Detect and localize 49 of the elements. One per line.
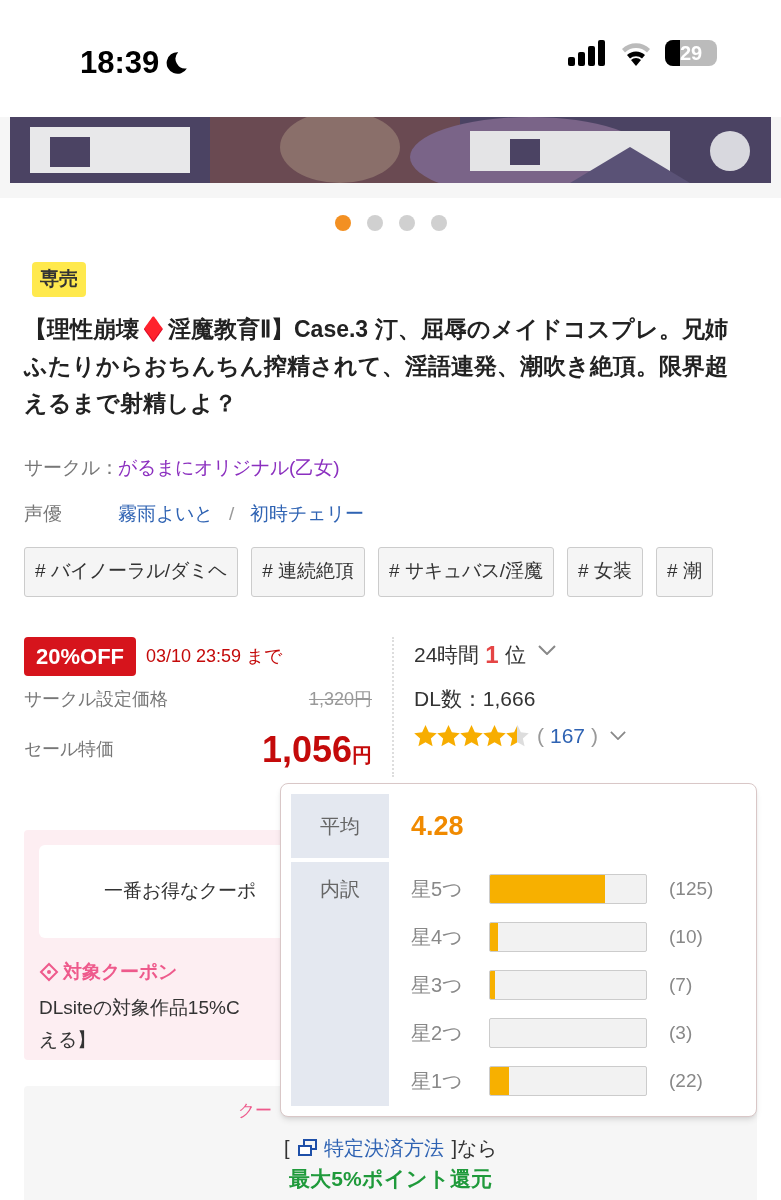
genre-tag[interactable]: # バイノーラル/ダミヘ: [24, 546, 239, 597]
average-label: 平均: [291, 794, 389, 858]
circle-label: サークル：: [24, 455, 118, 480]
point-reward: 最大5%ポイント還元: [289, 1166, 492, 1192]
sale-price-label: セール特価: [24, 738, 114, 761]
breakdown-label: 内訳: [320, 877, 360, 902]
battery-icon: 29: [665, 40, 717, 66]
voice-actor-link[interactable]: 初時チェリー: [250, 500, 365, 529]
star-level-count: (125): [669, 876, 714, 901]
star-level-count: (10): [669, 924, 703, 949]
review-count-link[interactable]: 167: [550, 720, 586, 752]
payment-suffix: ]なら: [451, 1136, 498, 1161]
genre-tag[interactable]: # サキュバス/淫魔: [378, 546, 555, 597]
clock-time: 18:39: [80, 44, 160, 82]
voice-actor-label: 声優: [24, 502, 63, 526]
ranking-label: 24時間: [414, 641, 480, 668]
voice-actor-link[interactable]: 霧雨よいと: [118, 500, 213, 529]
star-level-label: 星4つ: [411, 925, 464, 950]
product-title: 【理性崩壊♦淫魔教育Ⅱ】Case.3 汀、屈辱のメイドコスプレ。兄姉ふたりからおちんちん搾精されて、淫語連発、潮吹き絶頂。限界超えるまで射精しよ？: [24, 314, 729, 418]
ranking-number: 1: [485, 639, 499, 670]
bracket: [: [283, 1136, 290, 1161]
star-level-count: (22): [669, 1068, 703, 1093]
circle-link[interactable]: がるまにオリジナル(乙女): [118, 453, 340, 482]
payment-method-link[interactable]: 特定決済方法: [297, 1133, 444, 1163]
parenthesis: (: [537, 723, 544, 749]
download-count: DL数：1,666: [414, 685, 537, 712]
discount-badge: 20%OFF: [24, 636, 137, 676]
average-score: 4.28: [410, 809, 464, 843]
star-level-count: (3): [669, 1020, 693, 1045]
coupon-heading: 対象クーポン: [63, 959, 177, 984]
genre-tag[interactable]: # 女装: [567, 546, 643, 597]
coupon-note: クー: [238, 1099, 272, 1122]
star-level-count: (7): [669, 972, 693, 997]
sale-deadline: 03/10 23:59 まで: [146, 644, 283, 668]
currency: 円: [352, 742, 372, 768]
separator: /: [229, 502, 235, 526]
coupon-description: DLsiteの対象作品15%C える】: [39, 996, 240, 1052]
list-price: 1,320円: [308, 687, 372, 711]
list-price-label: サークル設定価格: [24, 687, 168, 711]
star-level-label: 星1つ: [411, 1069, 464, 1094]
genre-tag[interactable]: # 連続絶頂: [251, 546, 365, 597]
parenthesis: ): [591, 723, 599, 749]
star-level-label: 星3つ: [411, 973, 464, 998]
star-level-label: 星2つ: [411, 1021, 464, 1046]
ranking-suffix: 位: [504, 641, 526, 668]
star-level-label: 星5つ: [411, 877, 464, 902]
sale-price: 1,056: [261, 727, 352, 772]
genre-tag[interactable]: # 潮: [655, 546, 713, 597]
exclusive-badge: 専売: [32, 262, 86, 297]
